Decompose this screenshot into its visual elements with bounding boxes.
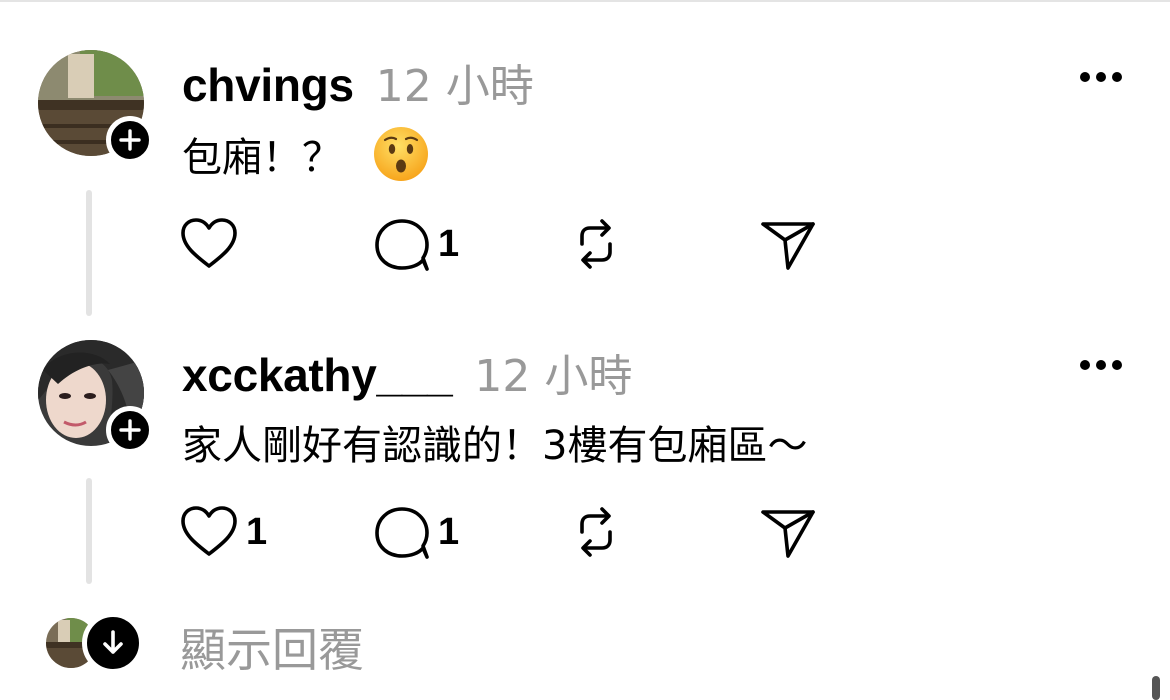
repost-button[interactable] xyxy=(566,214,626,274)
comment-button[interactable]: 1 xyxy=(372,502,459,562)
comment-body: 包廂！？ xyxy=(182,126,430,182)
share-icon xyxy=(761,510,815,558)
comment-body: 家人剛好有認識的！3樓有包廂區～ xyxy=(182,414,807,470)
repost-icon xyxy=(580,219,612,269)
thread-line xyxy=(86,478,92,584)
share-icon xyxy=(761,222,815,270)
timestamp: 12 小時 xyxy=(375,61,534,112)
heart-icon xyxy=(181,506,237,556)
more-button[interactable] xyxy=(1080,70,1124,84)
comment-xcckathy: xcckathy___ 12 小時 家人剛好有認識的！3樓有包廂區～ 1 1 xyxy=(0,290,1170,584)
like-count: 1 xyxy=(246,510,268,553)
share-button[interactable] xyxy=(758,502,818,562)
username[interactable]: chvings xyxy=(182,58,354,112)
more-button[interactable] xyxy=(1080,358,1124,372)
comment-chvings: chvings 12 小時 包廂！？ 1 xyxy=(0,0,1170,316)
share-button[interactable] xyxy=(758,214,818,274)
like-button[interactable]: 1 xyxy=(178,502,267,562)
like-button[interactable] xyxy=(178,214,240,274)
scrollbar[interactable] xyxy=(1152,676,1160,700)
avatar-wrap[interactable] xyxy=(38,340,154,454)
repost-button[interactable] xyxy=(566,502,626,562)
action-bar: 1 1 xyxy=(178,502,878,562)
comment-icon xyxy=(375,219,429,271)
plus-icon xyxy=(119,419,141,441)
heart-icon xyxy=(181,218,237,268)
comment-text: 包廂！？ xyxy=(182,135,342,181)
arrow-down-icon xyxy=(103,630,123,654)
comment-button[interactable]: 1 xyxy=(372,214,459,274)
repost-icon xyxy=(580,507,612,557)
comment-header: chvings 12 小時 xyxy=(182,50,534,114)
comment-header: xcckathy___ 12 小時 xyxy=(182,340,632,404)
plus-icon xyxy=(119,129,141,151)
reply-count: 1 xyxy=(438,222,460,265)
comment-text: 家人剛好有認識的！3樓有包廂區～ xyxy=(182,423,808,469)
timestamp: 12 小時 xyxy=(474,351,633,402)
action-bar: 1 xyxy=(178,214,878,274)
expand-replies-button[interactable] xyxy=(82,612,144,674)
show-replies-label[interactable]: 顯示回覆 xyxy=(180,614,364,680)
avatar-wrap[interactable] xyxy=(38,50,154,164)
comment-icon xyxy=(375,507,429,559)
username[interactable]: xcckathy___ xyxy=(182,348,453,402)
reply-count: 1 xyxy=(438,510,460,553)
follow-button[interactable] xyxy=(106,406,154,454)
hushed-face-emoji xyxy=(374,127,428,181)
show-replies-row[interactable]: 顯示回覆 xyxy=(46,612,446,677)
follow-button[interactable] xyxy=(106,116,154,164)
